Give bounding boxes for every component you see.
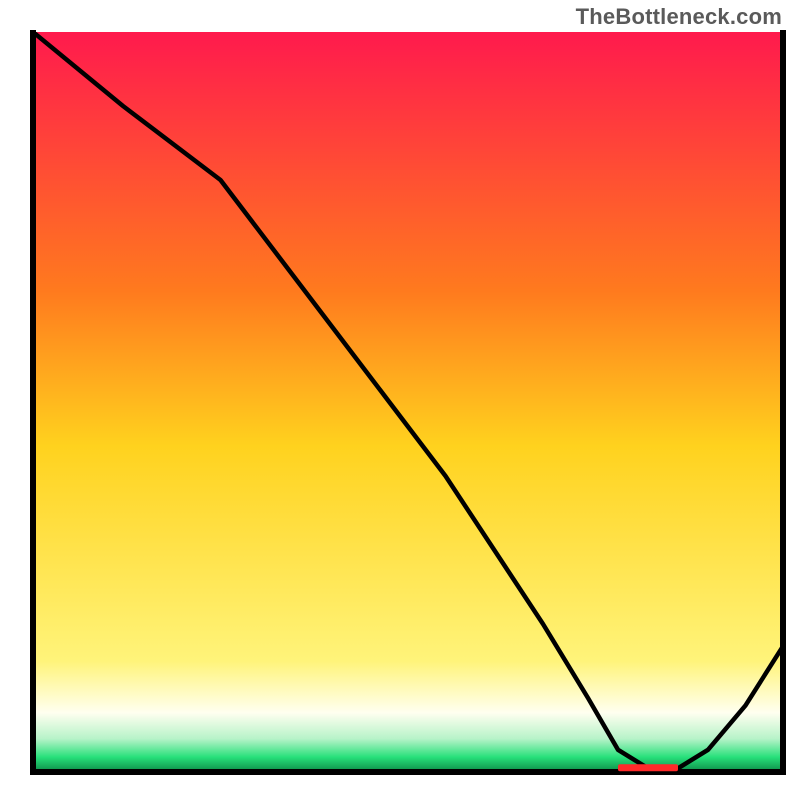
chart-background-gradient <box>33 32 783 772</box>
optimal-zone-marker <box>618 764 678 771</box>
chart-container: TheBottleneck.com <box>0 0 800 800</box>
bottleneck-chart-svg <box>0 0 800 800</box>
